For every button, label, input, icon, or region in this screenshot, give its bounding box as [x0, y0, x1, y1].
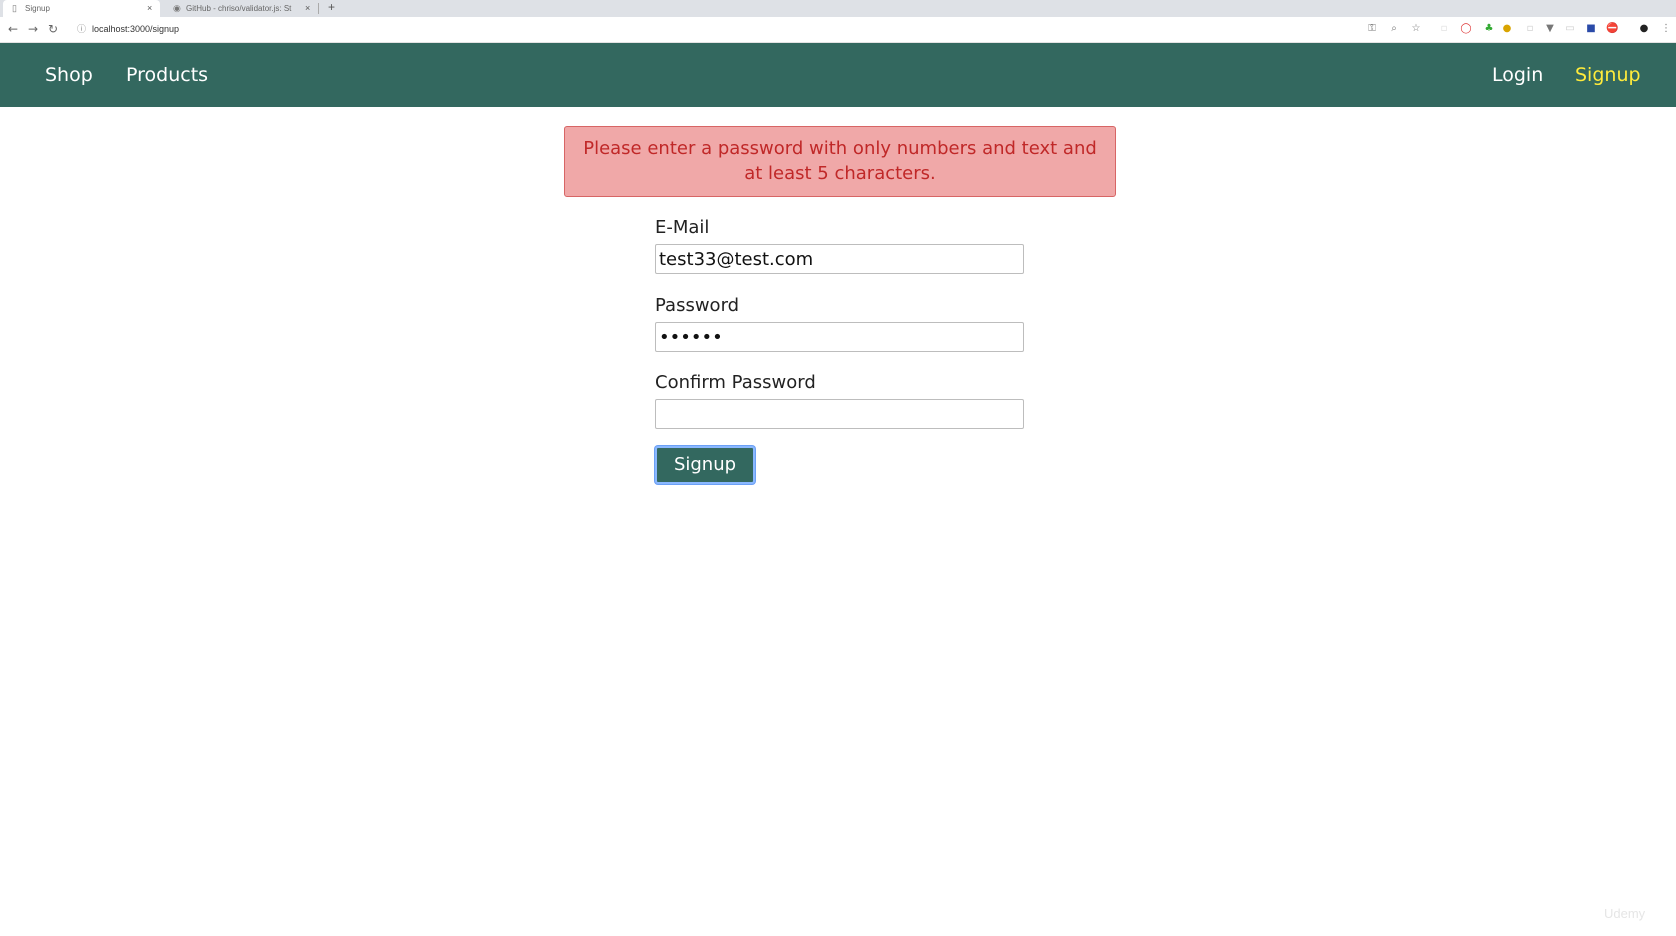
error-alert: Please enter a password with only number…: [564, 126, 1116, 197]
star-icon[interactable]: ☆: [1410, 23, 1422, 35]
opera-icon[interactable]: ◯: [1460, 23, 1472, 35]
password-label: Password: [655, 295, 740, 316]
browser-toolbar: ← → ↻ ⓘ localhost:3000/signup ⚿ ⌕ ☆ ▫ ◯ …: [0, 17, 1676, 43]
tab-title: GitHub - chriso/validator.js: St: [186, 4, 292, 13]
extension-icon[interactable]: ■: [1585, 23, 1597, 35]
url-text: localhost:3000/signup: [92, 24, 180, 34]
extension-icon[interactable]: ▫: [1524, 23, 1536, 35]
info-icon[interactable]: ⓘ: [77, 21, 86, 38]
password-field[interactable]: [655, 322, 1024, 352]
email-label: E-Mail: [655, 217, 710, 238]
forward-button[interactable]: →: [28, 21, 38, 37]
new-tab-button[interactable]: +: [328, 0, 335, 15]
tab-signup[interactable]: ▯ Signup ×: [3, 0, 160, 17]
nav-products-link[interactable]: Products: [126, 43, 208, 107]
extension-icon[interactable]: ▭: [1564, 23, 1576, 35]
tab-strip: ▯ Signup × ◉ GitHub - chriso/validator.j…: [0, 0, 1676, 17]
github-icon: ◉: [173, 3, 181, 13]
stop-icon[interactable]: ⛔: [1606, 23, 1618, 35]
menu-icon[interactable]: ⋮: [1660, 23, 1672, 35]
extension-icon[interactable]: ♣: [1483, 23, 1495, 35]
signup-button[interactable]: Signup: [655, 446, 755, 484]
zoom-icon[interactable]: ⌕: [1388, 23, 1400, 35]
nav-signup-link[interactable]: Signup: [1575, 43, 1641, 107]
confirm-password-field[interactable]: [655, 399, 1024, 429]
main-navbar: Shop Products Login Signup: [0, 43, 1676, 107]
back-button[interactable]: ←: [8, 21, 18, 37]
reload-button[interactable]: ↻: [48, 21, 58, 37]
profile-avatar-icon[interactable]: ●: [1638, 23, 1650, 35]
close-icon[interactable]: ×: [147, 0, 152, 17]
extension-icon[interactable]: ▫: [1438, 23, 1450, 35]
address-bar[interactable]: ⓘ localhost:3000/signup: [68, 21, 1388, 38]
tab-github[interactable]: ◉ GitHub - chriso/validator.js: St ×: [164, 0, 314, 17]
filter-icon[interactable]: ▼: [1544, 23, 1556, 35]
email-field[interactable]: [655, 244, 1024, 274]
udemy-watermark: Udemy: [1604, 906, 1646, 921]
nav-shop-link[interactable]: Shop: [45, 43, 93, 107]
page-icon: ▯: [12, 3, 17, 13]
close-icon[interactable]: ×: [305, 0, 310, 17]
browser-window: ▯ Signup × ◉ GitHub - chriso/validator.j…: [0, 0, 1676, 936]
extension-icon[interactable]: ●: [1501, 23, 1513, 35]
confirm-password-label: Confirm Password: [655, 372, 816, 393]
tab-title: Signup: [25, 4, 50, 13]
key-icon[interactable]: ⚿: [1366, 23, 1378, 35]
tab-divider: [318, 3, 319, 14]
nav-login-link[interactable]: Login: [1492, 43, 1543, 107]
